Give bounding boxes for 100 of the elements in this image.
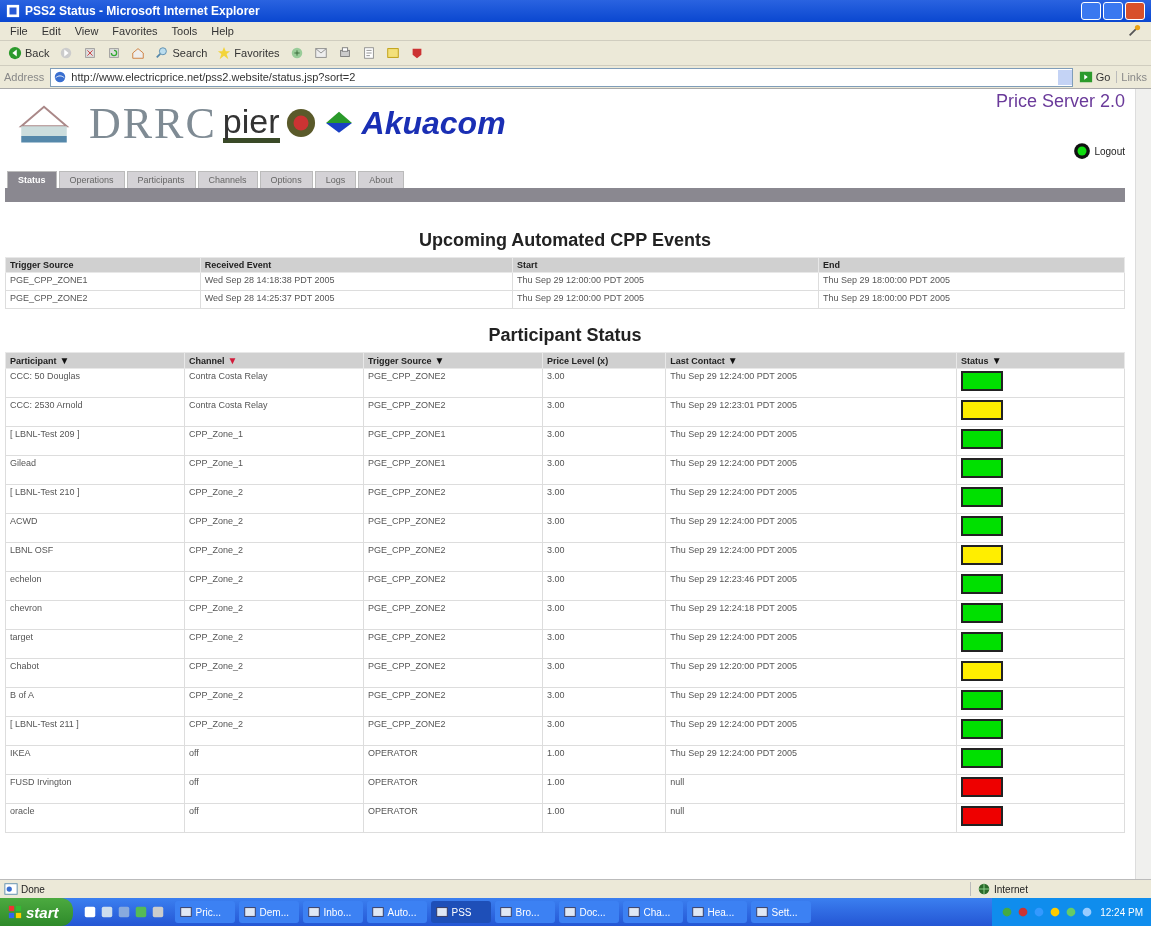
window-icon [626,905,641,919]
table-cell: [ LBNL-Test 209 ] [10,429,80,439]
table-cell: target [10,632,33,642]
drrc-logo: DRRC [89,97,217,149]
quick-launch-icon [99,905,114,919]
go-button[interactable]: Go [1078,70,1111,84]
table-cell: off [189,777,199,787]
menu-item[interactable]: File [10,25,28,37]
table-cell: echelon [10,574,42,584]
table-cell: IKEA [10,748,31,758]
tab[interactable]: About [358,171,404,188]
table-cell: LBNL OSF [10,545,54,555]
logout-button[interactable]: Logout [1073,142,1125,160]
table-cell: chevron [10,603,43,613]
window-title: PSS2 Status - Microsoft Internet Explorer [25,4,261,18]
search-button[interactable]: Search [155,46,208,60]
tab[interactable]: Logs [314,171,357,188]
ie-icon [6,4,20,18]
taskbar-button[interactable]: Pric... [174,901,235,923]
taskbar-button[interactable]: Auto... [366,901,427,923]
menu-item[interactable]: Favorites [112,25,158,37]
favorites-button[interactable]: Favorites [217,46,280,60]
address-label: Address [4,71,45,83]
close-button[interactable] [1125,2,1145,20]
window-icon [434,905,449,919]
maximize-button[interactable] [1103,2,1123,20]
menu-item[interactable]: Tools [171,25,198,37]
table-cell: CPP_Zone_2 [189,661,244,671]
table-cell: Wed Sep 28 14:18:38 PDT 2005 [200,272,513,291]
table-cell: PGE_CPP_ZONE2 [368,603,446,613]
table-cell: Thu Sep 29 12:24:18 PDT 2005 [670,603,798,613]
start-button[interactable]: start [0,898,73,926]
tab[interactable]: Operations [58,171,125,188]
table-cell: PGE_CPP_ZONE1 [368,429,446,439]
table-cell: CPP_Zone_2 [189,603,244,613]
table-cell: 1.00 [547,748,565,758]
power-icon [1073,142,1092,160]
window-icon [562,905,577,919]
taskbar-button[interactable]: Cha... [622,901,683,923]
page-done-icon [4,882,18,896]
tab[interactable]: Channels [197,171,258,188]
tab[interactable]: Options [259,171,313,188]
window-icon [306,905,321,919]
menu-item[interactable]: View [74,25,99,37]
quick-launch-icon [150,905,165,919]
address-field[interactable]: http://www.electricprice.net/pss2.website/status.jsp?sort=2 [50,67,1073,87]
quick-launch-icon [133,905,148,919]
taskbar-button[interactable]: Dem... [238,901,299,923]
table-cell: PGE_CPP_ZONE2 [368,661,446,671]
column-header[interactable]: Channel [189,356,225,366]
menu-item[interactable]: Help [211,25,234,37]
table-cell: 3.00 [547,371,565,381]
table-cell: 3.00 [547,574,565,584]
table-cell: PGE_CPP_ZONE2 [368,400,446,410]
table-cell: 3.00 [547,603,565,613]
print-icon [337,46,352,60]
taskbar-button[interactable]: Sett... [750,901,811,923]
table-cell: 3.00 [547,632,565,642]
sort-arrow[interactable]: ▼ [434,355,445,366]
minimize-button[interactable] [1081,2,1101,20]
table-cell: null [670,806,685,816]
table-cell: Thu Sep 29 12:24:00 PDT 2005 [670,545,798,555]
table-cell: OPERATOR [368,806,418,816]
column-header[interactable]: Trigger Source [368,356,432,366]
tab[interactable]: Participants [126,171,196,188]
sort-arrow[interactable]: ▼ [59,355,70,366]
taskbar-button[interactable]: Hea... [686,901,747,923]
table-cell: 3.00 [547,429,565,439]
table-cell: Gilead [10,458,36,468]
taskbar-button[interactable]: Doc... [558,901,619,923]
taskbar-button[interactable]: Bro... [494,901,555,923]
sort-arrow[interactable]: ▼ [727,355,738,366]
table-cell: 3.00 [547,516,565,526]
table-cell: Thu Sep 29 12:24:00 PDT 2005 [670,632,798,642]
table-cell: CPP_Zone_2 [189,574,244,584]
star-icon [217,46,232,60]
table-cell: CPP_Zone_2 [189,487,244,497]
column-header[interactable]: Status [961,356,989,366]
taskbar-button[interactable]: PSS [430,901,491,923]
taskbar-button[interactable]: Inbo... [302,901,363,923]
mail-icon [313,46,328,60]
section-title: Upcoming Automated CPP Events [417,230,712,251]
tab[interactable]: Status [7,171,57,188]
search-icon [155,46,170,60]
table-cell: Thu Sep 29 12:00:00 PDT 2005 [512,272,819,291]
table-cell: Thu Sep 29 12:24:00 PDT 2005 [670,719,798,729]
table-cell: Thu Sep 29 12:23:46 PDT 2005 [670,574,798,584]
table-cell: 1.00 [547,777,565,787]
column-header[interactable]: Participant [10,356,57,366]
table-cell: Thu Sep 29 12:24:00 PDT 2005 [670,371,798,381]
table-cell: PGE_CPP_ZONE2 [368,516,446,526]
table-cell: PGE_CPP_ZONE2 [368,545,446,555]
column-header[interactable]: Last Contact [670,356,725,366]
table-cell: Chabot [10,661,40,671]
address-text: http://www.electricprice.net/pss2.website/status.jsp?sort=2 [71,71,357,83]
menu-item[interactable]: Edit [41,25,61,37]
back-button[interactable]: Back [8,46,50,60]
sort-arrow[interactable]: ▼ [991,355,1002,366]
table-cell: Thu Sep 29 12:24:00 PDT 2005 [670,690,798,700]
media-icon [289,46,304,60]
